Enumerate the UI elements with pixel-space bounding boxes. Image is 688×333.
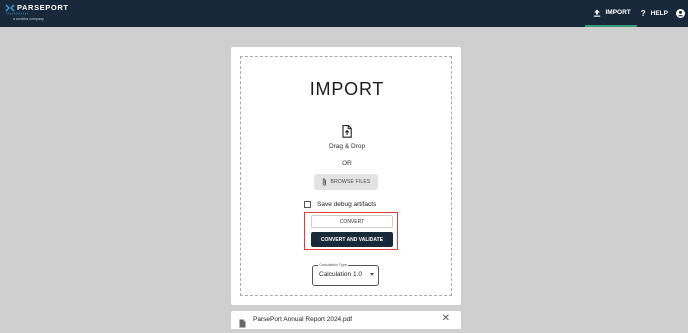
parseport-logo[interactable]: PARSEPORT ‹‹‹‹‹‹‹‹‹‹‹‹ a workiva company: [5, 3, 68, 23]
top-nav: IMPORT ? HELP: [585, 0, 688, 27]
convert-and-validate-label: CONVERT AND VALIDATE: [320, 236, 384, 243]
browse-files-label: BROWSE FILES: [330, 179, 371, 185]
import-card: IMPORT Drag & Drop OR BROWSE FILES Save …: [231, 47, 461, 305]
question-icon: ?: [640, 9, 646, 18]
debug-artifacts-label: Save debug artifacts: [317, 201, 377, 208]
convert-and-validate-button[interactable]: CONVERT AND VALIDATE: [311, 232, 393, 247]
chevron-down-icon: [370, 273, 374, 276]
account-icon: [676, 9, 685, 18]
nav-import[interactable]: IMPORT: [585, 0, 637, 27]
uploaded-file-item: ParsePort Annual Report 2024.pdf ✕: [231, 311, 461, 329]
nav-account[interactable]: [672, 0, 688, 27]
or-label: OR: [342, 160, 352, 167]
convert-label: CONVERT: [339, 218, 365, 225]
logo-mark-icon: [5, 4, 15, 12]
page-title: IMPORT: [309, 79, 385, 99]
nav-help[interactable]: ? HELP: [637, 0, 672, 27]
drop-zone[interactable]: IMPORT Drag & Drop OR BROWSE FILES Save …: [240, 56, 452, 296]
logo-main: PARSEPORT: [5, 3, 68, 12]
calculation-type-label: Calculation Type: [318, 262, 349, 268]
upload-icon: [593, 9, 601, 17]
close-icon[interactable]: ✕: [442, 313, 450, 325]
document-icon: [239, 315, 246, 333]
debug-artifacts-checkbox[interactable]: [304, 201, 311, 208]
browse-files-button[interactable]: BROWSE FILES: [314, 174, 378, 190]
nav-help-label: HELP: [650, 10, 668, 17]
drag-drop-label: Drag & Drop: [328, 143, 366, 150]
brand-name: PARSEPORT: [17, 3, 69, 12]
debug-artifacts-row: Save debug artifacts: [304, 201, 376, 208]
top-bar: PARSEPORT ‹‹‹‹‹‹‹‹‹‹‹‹ a workiva company…: [0, 0, 688, 27]
calculation-type-value: Calculation 1.0: [319, 271, 362, 278]
file-upload-icon: [342, 125, 352, 138]
paperclip-icon: [322, 178, 327, 186]
brand-tagline: a workiva company: [13, 17, 44, 21]
convert-button[interactable]: CONVERT: [311, 215, 393, 228]
file-name: ParsePort Annual Report 2024.pdf: [253, 316, 353, 323]
calculation-type-select[interactable]: Calculation Type Calculation 1.0: [312, 262, 379, 286]
nav-import-label: IMPORT: [605, 9, 631, 16]
